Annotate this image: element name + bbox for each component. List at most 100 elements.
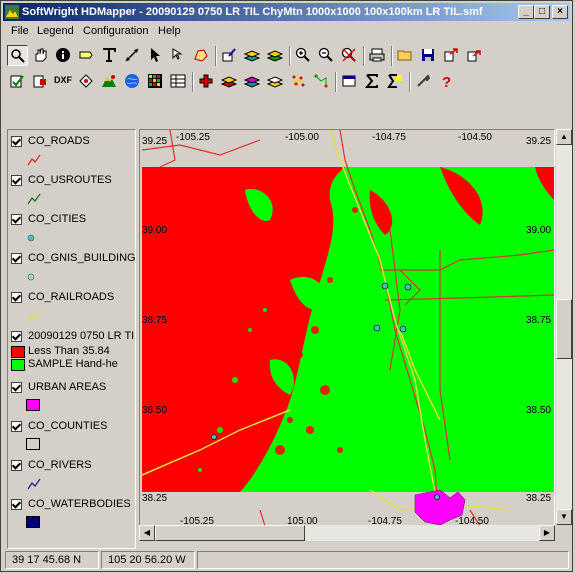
scroll-down-button[interactable]: ▼ (556, 509, 572, 525)
layer-visibility-checkbox[interactable] (11, 382, 22, 393)
line-symbol-icon (27, 193, 41, 205)
points-button[interactable] (288, 71, 309, 92)
class-swatch (11, 346, 25, 358)
edit-pointer-button[interactable] (168, 45, 189, 66)
scroll-corner (556, 525, 572, 541)
grid-button[interactable] (145, 71, 166, 92)
layers-icon (244, 50, 260, 62)
select-arrow-button[interactable] (145, 45, 166, 66)
right-tick-1: 39.25 (526, 136, 552, 147)
site-layer-button[interactable] (242, 71, 263, 92)
window-button[interactable] (339, 71, 360, 92)
class-swatch (11, 359, 25, 371)
layer-visibility-checkbox[interactable] (11, 214, 22, 225)
measure-icon (125, 48, 139, 62)
layer-visibility-checkbox[interactable] (11, 292, 22, 303)
menu-legend[interactable]: Legend (37, 25, 74, 37)
pan-hand-button[interactable] (30, 45, 51, 66)
layer-visibility-checkbox[interactable] (11, 136, 22, 147)
zoom-out-button[interactable] (316, 45, 337, 66)
zoom-in-icon (295, 47, 310, 62)
toolbar-separator (192, 72, 194, 92)
zoom-in-button[interactable] (293, 45, 314, 66)
select-arrow-icon (151, 48, 160, 62)
horizontal-scrollbar[interactable]: ◀ ▶ (139, 525, 555, 541)
site-color-button[interactable] (219, 71, 240, 92)
layer-visibility-checkbox[interactable] (11, 421, 22, 432)
point-symbol-icon (27, 273, 35, 281)
layers-button[interactable] (242, 45, 263, 66)
print-button[interactable] (367, 45, 388, 66)
layer-visibility-checkbox[interactable] (11, 499, 22, 510)
map-view[interactable]: -105.25 -105.00 -104.75 -104.50 -105.25 … (139, 129, 555, 541)
layer-name: CO_RAILROADS (28, 291, 115, 303)
draw-button[interactable] (219, 45, 240, 66)
zoom-tool-button[interactable] (7, 45, 28, 66)
rotate-button[interactable] (76, 71, 97, 92)
menu-configuration[interactable]: Configuration (83, 25, 148, 37)
class-label: SAMPLE Hand-he (28, 358, 118, 370)
terrain-button[interactable] (99, 71, 120, 92)
measure-button[interactable] (122, 45, 143, 66)
layer-visibility-checkbox[interactable] (11, 460, 22, 471)
export-alt-icon (467, 50, 481, 62)
points-icon (292, 75, 305, 87)
site-layer-icon (244, 76, 260, 88)
area-button[interactable] (191, 45, 212, 66)
zoom-extent-button[interactable] (339, 45, 360, 66)
label-button[interactable] (76, 45, 97, 66)
vertical-scrollbar[interactable]: ▲ ▼ (556, 129, 572, 525)
layers-alt-button[interactable] (265, 45, 286, 66)
toolbar-separator (289, 46, 291, 66)
text-button[interactable] (99, 45, 120, 66)
import-button[interactable] (30, 71, 51, 92)
scroll-up-button[interactable]: ▲ (556, 129, 572, 145)
menu-file[interactable]: File (11, 25, 29, 37)
info-button[interactable] (53, 45, 74, 66)
open-folder-button[interactable] (395, 45, 416, 66)
horizontal-scroll-thumb[interactable] (155, 525, 305, 541)
svg-text:?: ? (442, 74, 451, 89)
layer-visibility-checkbox[interactable] (11, 175, 22, 186)
help-icon: ? (442, 74, 451, 89)
layer-visibility-checkbox[interactable] (11, 253, 22, 264)
maximize-button[interactable]: □ (534, 5, 550, 19)
dxf-button[interactable]: DXF (53, 71, 74, 92)
grid-icon (148, 74, 162, 88)
sum-alt-button[interactable] (385, 71, 406, 92)
table-button[interactable] (168, 71, 189, 92)
sum-button[interactable] (362, 71, 383, 92)
tools-button[interactable] (413, 71, 434, 92)
scroll-right-button[interactable]: ▶ (539, 525, 555, 541)
layer-name: 20090129 0750 LR TIL (28, 330, 136, 342)
status-message (197, 551, 569, 569)
export-button[interactable] (441, 45, 462, 66)
toolbar-secondary: DXF? (3, 69, 570, 95)
add-site-button[interactable] (196, 71, 217, 92)
edit-layer-button[interactable] (7, 71, 28, 92)
legend-panel: CO_ROADS CO_USROUTES CO_CITIES CO_GNIS_BUIL… (7, 129, 136, 549)
layer-name: CO_CITIES (28, 213, 87, 225)
globe-button[interactable] (122, 71, 143, 92)
save-button[interactable] (418, 45, 439, 66)
right-tick-3: 38.75 (526, 315, 552, 326)
menu-help[interactable]: Help (158, 25, 181, 37)
help-button[interactable]: ? (436, 71, 457, 92)
title-bar[interactable]: SoftWright HDMapper - 20090129 0750 LR T… (3, 3, 570, 21)
scroll-left-button[interactable]: ◀ (139, 525, 155, 541)
app-window: SoftWright HDMapper - 20090129 0750 LR T… (0, 0, 573, 572)
minimize-button[interactable]: _ (518, 5, 534, 19)
sum-alt-icon (387, 74, 402, 88)
top-tick-3: -104.75 (372, 132, 406, 143)
map-canvas[interactable] (140, 130, 555, 541)
vertical-scroll-thumb[interactable] (556, 299, 572, 359)
route-button[interactable] (311, 71, 332, 92)
layer-name: CO_GNIS_BUILDINGS (28, 252, 136, 264)
close-button[interactable]: × (552, 5, 568, 19)
layer-visibility-checkbox[interactable] (11, 331, 22, 342)
site-edit-icon (267, 76, 283, 88)
label-icon (79, 51, 93, 59)
right-tick-2: 39.00 (526, 225, 552, 236)
export-alt-button[interactable] (464, 45, 485, 66)
site-edit-button[interactable] (265, 71, 286, 92)
